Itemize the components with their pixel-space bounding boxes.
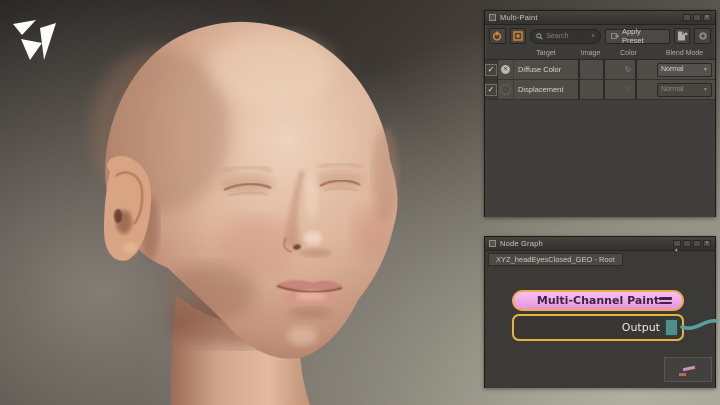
search-placeholder: Search bbox=[546, 32, 569, 40]
power-icon bbox=[493, 31, 502, 41]
output-node[interactable]: Output bbox=[512, 314, 684, 341]
multi-paint-panel: Multi-Paint × Search × Apply Preset Targ… bbox=[484, 10, 716, 217]
node-menu-icon[interactable] bbox=[659, 297, 672, 304]
current-target-icon[interactable]: × bbox=[501, 65, 510, 74]
enable-checkbox[interactable]: ✓ bbox=[485, 83, 497, 96]
node-graph-canvas[interactable]: XYZ_headEyesClosed_GEO - Root Multi-Chan… bbox=[485, 251, 717, 388]
close-icon[interactable]: × bbox=[703, 14, 711, 21]
table-row-diffuse-color[interactable]: ✓ × Diffuse Color ↻ Normal ▼ bbox=[485, 59, 715, 80]
panel-title: Node Graph bbox=[500, 239, 543, 248]
head-model bbox=[90, 21, 398, 405]
search-icon bbox=[536, 32, 544, 40]
layer-list-header: Target Image Color Blend Mode bbox=[485, 47, 715, 60]
column-blend-mode: Blend Mode bbox=[665, 49, 704, 57]
current-target-icon[interactable] bbox=[500, 84, 511, 95]
snap-icon[interactable] bbox=[673, 240, 681, 254]
float-icon[interactable] bbox=[693, 240, 701, 247]
panel-title: Multi-Paint bbox=[500, 13, 538, 22]
minimap-node bbox=[679, 373, 686, 376]
search-input[interactable]: Search × bbox=[530, 28, 602, 44]
swap-colors-icon[interactable]: ↻ bbox=[621, 65, 635, 74]
multi-paint-toolbar: Search × Apply Preset bbox=[485, 25, 715, 47]
float-icon[interactable] bbox=[693, 14, 701, 21]
image-thumbnail[interactable] bbox=[578, 59, 580, 79]
sync-button[interactable] bbox=[694, 28, 711, 44]
color-swatch-a[interactable] bbox=[603, 59, 605, 79]
color-swatch-a[interactable] bbox=[603, 79, 605, 99]
collapse-icon[interactable] bbox=[683, 14, 691, 35]
panel-icon bbox=[489, 240, 496, 247]
multi-channel-paint-node[interactable]: Multi-Channel Paint bbox=[512, 290, 684, 311]
target-label: Displacement bbox=[518, 85, 564, 94]
paint-target-icon bbox=[513, 31, 523, 41]
blend-mode-dropdown[interactable]: Normal ▼ bbox=[657, 62, 712, 77]
column-target: Target bbox=[536, 49, 556, 57]
node-graph-titlebar[interactable]: Node Graph × bbox=[485, 237, 715, 261]
output-port[interactable] bbox=[665, 319, 678, 336]
color-swatch-b[interactable] bbox=[635, 79, 637, 99]
column-color: Color bbox=[620, 49, 637, 57]
close-icon[interactable]: × bbox=[703, 240, 711, 247]
layer-list-empty-area[interactable] bbox=[485, 100, 715, 217]
blend-mode-dropdown[interactable]: Normal ▼ bbox=[657, 82, 712, 97]
color-swatch-b[interactable] bbox=[635, 59, 637, 79]
collapse-icon[interactable] bbox=[683, 240, 691, 261]
enable-checkbox[interactable]: ✓ bbox=[485, 63, 497, 76]
table-row-displacement[interactable]: ✓ Displacement ↻ Normal ▼ bbox=[485, 79, 715, 100]
preset-icon bbox=[611, 33, 619, 39]
xyz-logo bbox=[13, 20, 56, 60]
sync-icon bbox=[698, 32, 707, 40]
minimap-node bbox=[682, 365, 696, 372]
chevron-down-icon: ▼ bbox=[703, 66, 708, 73]
node-graph-tab[interactable]: XYZ_headEyesClosed_GEO - Root bbox=[488, 253, 623, 266]
node-graph-minimap[interactable] bbox=[664, 357, 712, 382]
target-label: Diffuse Color bbox=[518, 65, 562, 74]
search-clear-icon[interactable]: × bbox=[591, 33, 595, 40]
node-graph-panel: Node Graph × XYZ_headEyesClosed_GEO - Ro… bbox=[484, 236, 717, 388]
apply-preset-button[interactable]: Apply Preset bbox=[605, 27, 670, 45]
image-thumbnail[interactable] bbox=[578, 79, 580, 99]
swap-colors-icon[interactable]: ↻ bbox=[621, 85, 635, 94]
panel-icon bbox=[489, 14, 496, 21]
paint-target-button[interactable] bbox=[509, 28, 527, 44]
multi-paint-titlebar[interactable]: Multi-Paint × bbox=[485, 11, 715, 35]
chevron-down-icon: ▼ bbox=[703, 86, 708, 93]
power-button[interactable] bbox=[489, 28, 506, 44]
column-image: Image bbox=[580, 49, 601, 57]
